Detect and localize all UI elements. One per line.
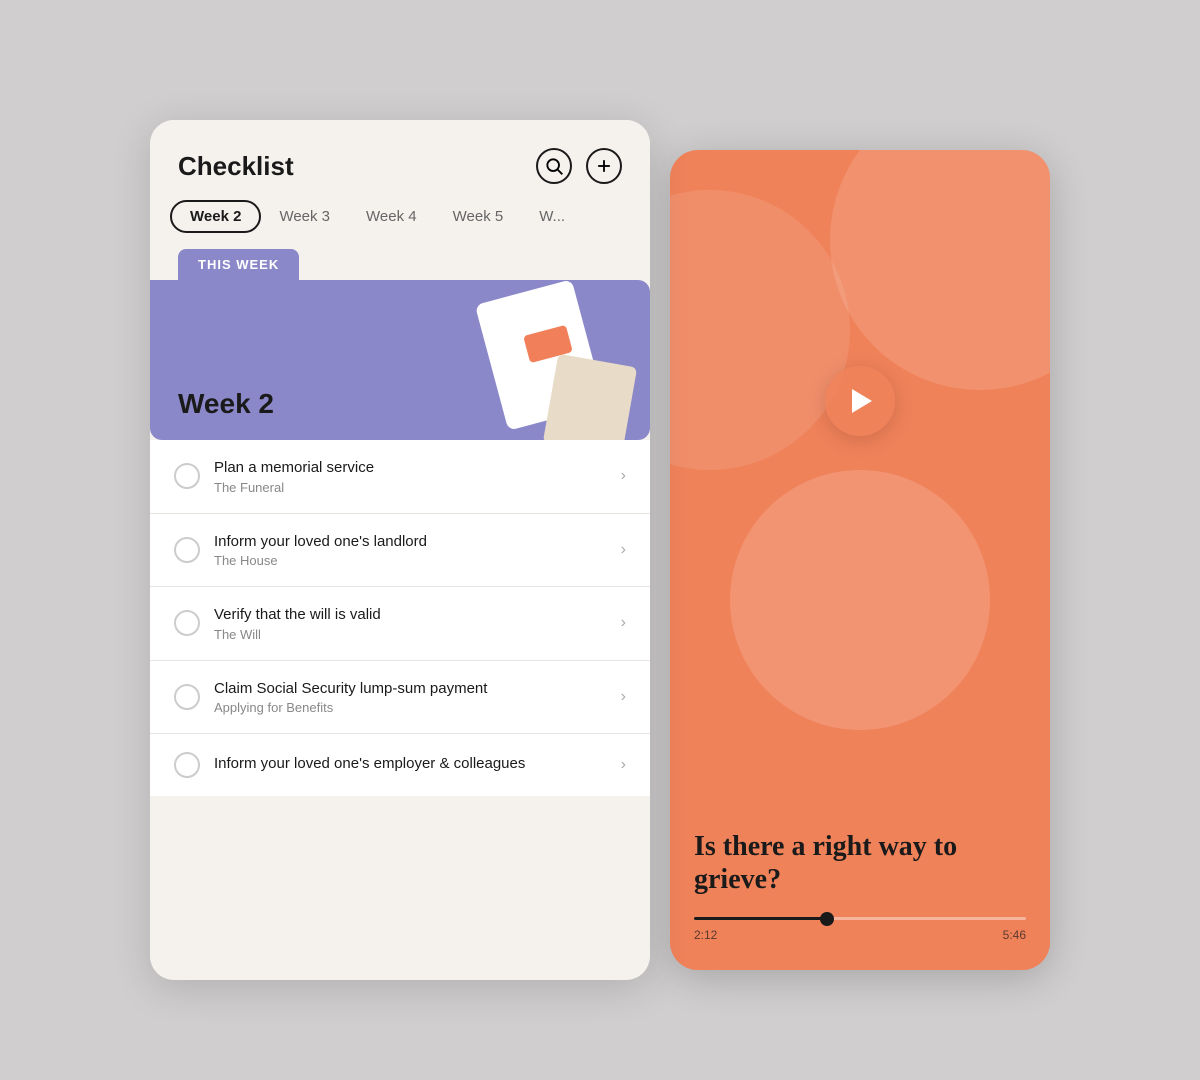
item-checkbox-4[interactable] — [174, 752, 200, 778]
item-subtitle-0: The Funeral — [214, 480, 607, 495]
this-week-section: THIS WEEK Week 2 — [150, 249, 650, 440]
item-text-2: Verify that the will is valid The Will — [214, 605, 607, 642]
tab-week4[interactable]: Week 4 — [348, 200, 435, 233]
progress-thumb[interactable] — [820, 912, 834, 926]
search-button[interactable] — [536, 148, 572, 184]
checklist-item-4[interactable]: Inform your loved one's employer & colle… — [150, 734, 650, 796]
progress-fill — [694, 917, 827, 920]
item-subtitle-1: The House — [214, 553, 607, 568]
week-card-title: Week 2 — [178, 388, 274, 420]
checklist-panel: Checklist Week 2 Week 3 W — [150, 120, 650, 980]
checklist-item-3[interactable]: Claim Social Security lump-sum payment A… — [150, 661, 650, 735]
video-decoration-circle-1 — [830, 150, 1050, 390]
time-current: 2:12 — [694, 928, 717, 942]
item-title-2: Verify that the will is valid — [214, 605, 607, 625]
video-info: Is there a right way to grieve? 2:12 5:4… — [670, 810, 1050, 970]
chevron-icon-3: › — [621, 688, 626, 706]
item-checkbox-1[interactable] — [174, 537, 200, 563]
checklist-title: Checklist — [178, 151, 294, 182]
item-title-0: Plan a memorial service — [214, 458, 607, 478]
tab-week5[interactable]: Week 5 — [435, 200, 522, 233]
play-icon — [852, 389, 872, 413]
checklist-items: Plan a memorial service The Funeral › In… — [150, 440, 650, 796]
tab-week2[interactable]: Week 2 — [170, 200, 261, 233]
item-subtitle-2: The Will — [214, 627, 607, 642]
time-total: 5:46 — [1003, 928, 1026, 942]
item-subtitle-3: Applying for Benefits — [214, 700, 607, 715]
item-text-1: Inform your loved one's landlord The Hou… — [214, 532, 607, 569]
this-week-banner: THIS WEEK — [178, 249, 299, 280]
checklist-item-0[interactable]: Plan a memorial service The Funeral › — [150, 440, 650, 514]
item-title-3: Claim Social Security lump-sum payment — [214, 679, 607, 699]
item-checkbox-0[interactable] — [174, 463, 200, 489]
chevron-icon-0: › — [621, 467, 626, 485]
progress-track — [694, 917, 1026, 920]
checklist-header: Checklist — [150, 120, 650, 200]
video-title: Is there a right way to grieve? — [694, 830, 1026, 897]
checklist-item-1[interactable]: Inform your loved one's landlord The Hou… — [150, 514, 650, 588]
item-title-1: Inform your loved one's landlord — [214, 532, 607, 552]
item-text-0: Plan a memorial service The Funeral — [214, 458, 607, 495]
tab-week3[interactable]: Week 3 — [261, 200, 348, 233]
item-checkbox-3[interactable] — [174, 684, 200, 710]
item-text-3: Claim Social Security lump-sum payment A… — [214, 679, 607, 716]
checklist-item-2[interactable]: Verify that the will is valid The Will › — [150, 587, 650, 661]
play-button[interactable] — [825, 366, 895, 436]
item-title-4: Inform your loved one's employer & colle… — [214, 754, 607, 774]
chevron-icon-1: › — [621, 541, 626, 559]
video-decoration-circle-2 — [670, 190, 850, 470]
item-text-4: Inform your loved one's employer & colle… — [214, 754, 607, 776]
video-background — [670, 150, 1050, 810]
chevron-icon-2: › — [621, 614, 626, 632]
tabs-row: Week 2 Week 3 Week 4 Week 5 W... — [150, 200, 650, 249]
chevron-icon-4: › — [621, 756, 626, 774]
decoration-beige-paper — [543, 354, 637, 440]
week-card: Week 2 — [150, 280, 650, 440]
item-checkbox-2[interactable] — [174, 610, 200, 636]
progress-bar-container[interactable]: 2:12 5:46 — [694, 917, 1026, 942]
this-week-label: THIS WEEK — [178, 249, 299, 280]
header-icons — [536, 148, 622, 184]
time-labels: 2:12 5:46 — [694, 928, 1026, 942]
tab-week-more[interactable]: W... — [521, 200, 583, 233]
video-decoration-circle-3 — [730, 470, 990, 730]
video-panel: Is there a right way to grieve? 2:12 5:4… — [670, 150, 1050, 970]
add-button[interactable] — [586, 148, 622, 184]
scene: Checklist Week 2 Week 3 W — [150, 90, 1050, 990]
